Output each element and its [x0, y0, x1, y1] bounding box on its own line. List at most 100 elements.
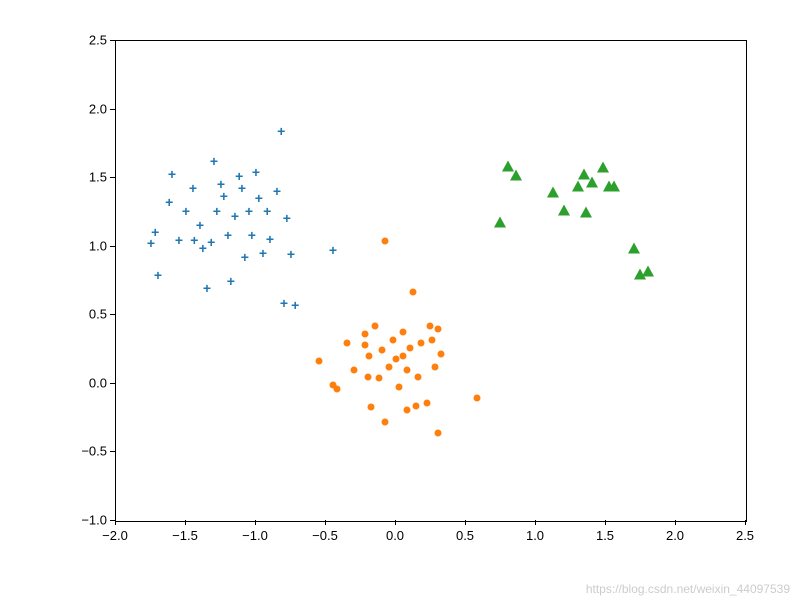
data-point: +: [154, 267, 162, 285]
plus-icon: +: [255, 190, 263, 206]
dot-icon: [366, 353, 373, 360]
data-point: +: [207, 234, 215, 252]
dot-icon: [437, 350, 444, 357]
plus-icon: +: [220, 188, 228, 204]
dot-icon: [426, 323, 433, 330]
plus-icon: +: [227, 273, 235, 289]
plus-icon: +: [224, 227, 232, 243]
plus-icon: +: [154, 267, 162, 283]
data-point: +: [175, 232, 183, 250]
dot-icon: [400, 328, 407, 335]
data-point: +: [277, 123, 285, 141]
y-tick: [110, 520, 115, 521]
y-tick-label: −0.5: [75, 444, 107, 459]
triangle-icon: [586, 177, 598, 188]
data-point: [494, 217, 506, 228]
data-point: [381, 238, 388, 245]
data-point: +: [189, 180, 197, 198]
dot-icon: [435, 430, 442, 437]
x-tick-label: −1.5: [172, 528, 198, 543]
data-point: +: [280, 295, 288, 313]
data-point: [409, 288, 416, 295]
dot-icon: [400, 353, 407, 360]
x-tick: [185, 520, 186, 525]
x-tick: [255, 520, 256, 525]
plus-icon: +: [196, 217, 204, 233]
plus-icon: +: [283, 210, 291, 226]
y-tick: [110, 383, 115, 384]
data-point: [558, 204, 570, 215]
dot-icon: [409, 288, 416, 295]
dot-icon: [429, 336, 436, 343]
plus-icon: +: [273, 183, 281, 199]
y-tick-label: 1.5: [75, 170, 107, 185]
y-tick-label: −1.0: [75, 513, 107, 528]
plus-icon: +: [199, 240, 207, 256]
data-point: +: [199, 240, 207, 258]
triangle-icon: [642, 266, 654, 277]
dot-icon: [418, 339, 425, 346]
plus-icon: +: [238, 180, 246, 196]
x-tick: [745, 520, 746, 525]
plus-icon: +: [231, 208, 239, 224]
watermark-text: https://blog.csdn.net/weixin_44097539: [586, 582, 790, 596]
data-point: [367, 404, 374, 411]
data-point: [379, 346, 386, 353]
dot-icon: [393, 356, 400, 363]
dot-icon: [407, 345, 414, 352]
plus-icon: +: [291, 297, 299, 313]
data-point: [572, 181, 584, 192]
dot-icon: [362, 331, 369, 338]
x-tick-label: 1.5: [596, 528, 614, 543]
triangle-icon: [572, 181, 584, 192]
data-point: +: [273, 183, 281, 201]
dot-icon: [415, 374, 422, 381]
data-point: +: [263, 203, 271, 221]
data-point: +: [224, 227, 232, 245]
plus-icon: +: [241, 249, 249, 265]
data-point: [474, 394, 481, 401]
data-point: [366, 353, 373, 360]
dot-icon: [412, 402, 419, 409]
data-point: [432, 364, 439, 371]
x-tick-label: 2.0: [666, 528, 684, 543]
data-point: [628, 243, 640, 254]
plus-icon: +: [151, 224, 159, 240]
data-point: [423, 400, 430, 407]
x-tick-label: 1.0: [526, 528, 544, 543]
data-point: [404, 367, 411, 374]
data-point: +: [165, 194, 173, 212]
plus-icon: +: [189, 180, 197, 196]
plus-icon: +: [245, 203, 253, 219]
data-point: +: [248, 227, 256, 245]
data-point: [435, 430, 442, 437]
plus-icon: +: [263, 203, 271, 219]
data-point: +: [266, 231, 274, 249]
x-tick: [395, 520, 396, 525]
dot-icon: [395, 383, 402, 390]
y-tick: [110, 451, 115, 452]
data-point: +: [283, 210, 291, 228]
data-point: [334, 386, 341, 393]
data-point: +: [231, 208, 239, 226]
triangle-icon: [510, 170, 522, 181]
data-point: +: [238, 180, 246, 198]
y-tick-label: 2.0: [75, 101, 107, 116]
dot-icon: [386, 364, 393, 371]
data-point: +: [287, 246, 295, 264]
data-point: +: [252, 164, 260, 182]
plus-icon: +: [168, 166, 176, 182]
x-tick-label: 0.0: [386, 528, 404, 543]
x-tick-label: 0.5: [456, 528, 474, 543]
data-point: [351, 367, 358, 374]
data-point: [344, 339, 351, 346]
y-tick: [110, 314, 115, 315]
dot-icon: [474, 394, 481, 401]
data-point: [547, 186, 559, 197]
data-point: [362, 342, 369, 349]
plus-icon: +: [175, 232, 183, 248]
data-point: +: [241, 249, 249, 267]
dot-icon: [404, 367, 411, 374]
dot-icon: [423, 400, 430, 407]
data-point: [415, 374, 422, 381]
